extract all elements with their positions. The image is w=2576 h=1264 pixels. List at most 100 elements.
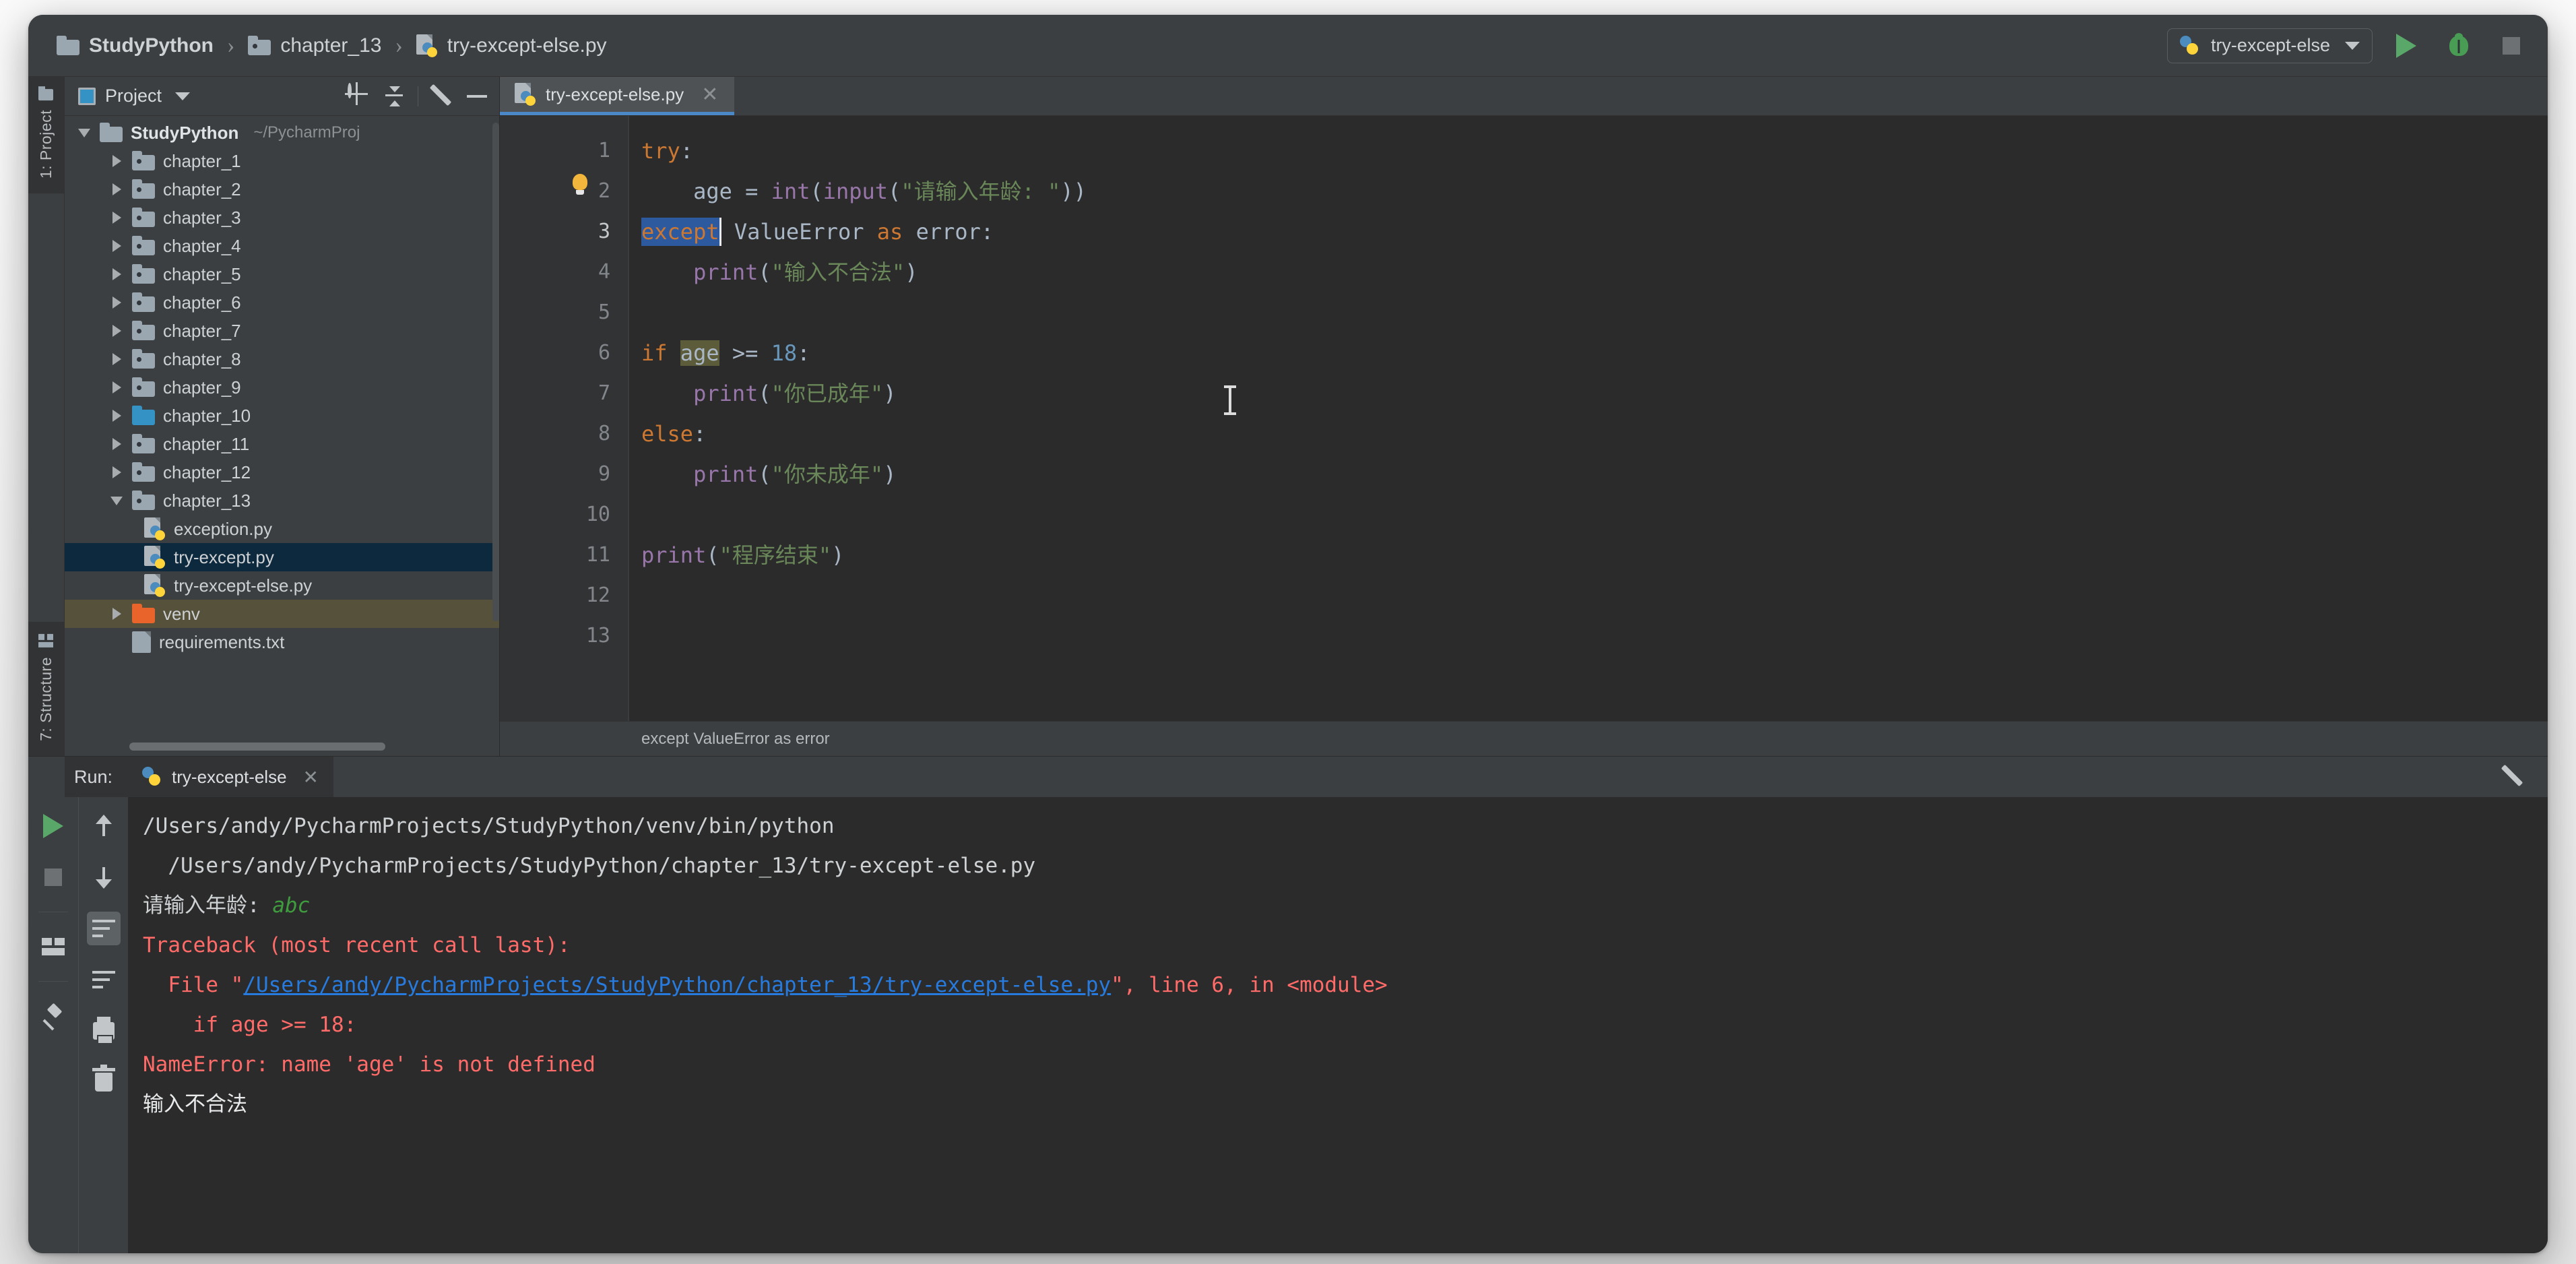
tree-node-chapter-11[interactable]: chapter_11 (65, 430, 499, 458)
tree-node-studypython[interactable]: StudyPython ~/PycharmProj (65, 119, 499, 147)
chevron-right-icon[interactable] (109, 155, 124, 167)
chevron-down-icon[interactable] (175, 92, 191, 100)
tree-node-label: chapter_4 (163, 235, 241, 256)
line-number: 12 (585, 583, 610, 607)
run-button[interactable] (2387, 27, 2425, 65)
run-panel-title: Run: (65, 757, 128, 797)
down-button[interactable] (87, 860, 121, 894)
chevron-right-icon[interactable] (109, 325, 124, 337)
rerun-button[interactable] (36, 809, 70, 843)
run-configuration-selector[interactable]: try-except-else (2166, 28, 2373, 63)
chevron-down-icon[interactable] (109, 496, 124, 505)
token-punct: : (680, 138, 694, 164)
debug-bug-icon (2449, 35, 2468, 56)
chevron-right-icon[interactable] (109, 608, 124, 620)
token-keyword: as (876, 219, 903, 245)
editor-area: try-except-else.py ✕ 1 2 3 4 5 6 7 8 9 1… (500, 77, 2548, 756)
chevron-right-icon[interactable] (109, 183, 124, 195)
code-text[interactable]: try: age = int(input("请输入年龄: ")) except … (629, 116, 2548, 721)
run-tab-try-except-else[interactable]: try-except-else ✕ (127, 757, 334, 797)
console-line: 输入不合法 (143, 1092, 247, 1116)
code-line-8: else: (641, 414, 2548, 454)
tree-node-try-except-py[interactable]: try-except.py (65, 543, 499, 571)
chevron-right-icon[interactable] (109, 466, 124, 478)
tree-node-requirements-txt[interactable]: requirements.txt (65, 628, 499, 656)
tree-node-try-except-else-py[interactable]: try-except-else.py (65, 571, 499, 600)
token-string: "你已成年" (771, 381, 884, 406)
chevron-right-icon[interactable] (109, 240, 124, 252)
chevron-right-icon[interactable] (109, 410, 124, 422)
tree-node-chapter-5[interactable]: chapter_5 (65, 260, 499, 288)
tree-node-chapter-7[interactable]: chapter_7 (65, 317, 499, 345)
scroll-to-end-button[interactable] (87, 963, 121, 997)
tree-node-chapter-3[interactable]: chapter_3 (65, 203, 499, 232)
close-icon[interactable]: ✕ (701, 83, 718, 106)
stop-process-button[interactable] (36, 860, 70, 894)
tree-node-chapter-6[interactable]: chapter_6 (65, 288, 499, 317)
tree-node-chapter-9[interactable]: chapter_9 (65, 373, 499, 402)
horizontal-scrollbar[interactable] (129, 742, 385, 751)
chevron-right-icon[interactable] (109, 438, 124, 450)
breadcrumb-item-chapter[interactable]: chapter_13 (248, 34, 381, 57)
token-builtin: print (693, 381, 759, 406)
gear-icon[interactable] (430, 85, 453, 108)
chevron-right-icon[interactable] (109, 353, 124, 365)
tree-node-label: chapter_3 (163, 207, 241, 228)
tree-node-chapter-12[interactable]: chapter_12 (65, 458, 499, 486)
chevron-right-icon[interactable] (109, 381, 124, 393)
pin-tab-button[interactable] (36, 999, 70, 1033)
text-cursor-icon (1224, 385, 1236, 415)
console-output[interactable]: /Users/andy/PycharmProjects/StudyPython/… (128, 797, 2538, 1253)
chevron-right-icon[interactable] (109, 212, 124, 224)
text-file-icon (132, 631, 151, 653)
run-actions-secondary (78, 797, 128, 1253)
tool-window-tab-project[interactable]: 1: Project (28, 77, 64, 194)
tree-node-chapter-2[interactable]: chapter_2 (65, 175, 499, 203)
clear-all-button[interactable] (87, 1065, 121, 1099)
code-line-2: age = int(input("请输入年龄: ")) (641, 171, 2548, 212)
token-punct: ( (810, 179, 823, 204)
tool-window-tab-structure[interactable]: 7: Structure (28, 622, 64, 756)
hide-minus-icon[interactable] (465, 84, 488, 108)
layout-icon (42, 938, 65, 955)
debug-button[interactable] (2440, 27, 2478, 65)
chevron-down-icon[interactable] (77, 128, 92, 137)
code-line-1: try: (641, 131, 2548, 171)
line-number: 10 (585, 503, 610, 526)
breadcrumb-item-project[interactable]: StudyPython (57, 34, 214, 57)
up-button[interactable] (87, 809, 121, 843)
lightbulb-icon[interactable] (573, 174, 587, 195)
locate-target-icon[interactable] (348, 82, 371, 108)
run-settings-button[interactable] (2502, 757, 2548, 797)
tree-node-chapter-10[interactable]: chapter_10 (65, 402, 499, 430)
tree-node-chapter-4[interactable]: chapter_4 (65, 232, 499, 260)
folder-source-icon (132, 406, 155, 425)
project-tree[interactable]: StudyPython ~/PycharmProj chapter_1 chap… (65, 116, 499, 756)
soft-wrap-button[interactable] (86, 912, 121, 945)
collapse-all-icon[interactable] (383, 84, 406, 108)
token-string: "你未成年" (771, 462, 884, 487)
chevron-right-icon[interactable] (109, 296, 124, 309)
tree-node-venv[interactable]: venv (65, 600, 499, 628)
close-icon[interactable]: ✕ (303, 766, 319, 788)
tree-node-chapter-1[interactable]: chapter_1 (65, 147, 499, 175)
folder-icon (132, 292, 155, 312)
tree-node-label: StudyPython (131, 122, 239, 143)
breadcrumb-item-file[interactable]: try-except-else.py (416, 34, 607, 57)
console-line-error: Traceback (most recent call last): (143, 933, 571, 957)
stop-button[interactable] (2492, 27, 2530, 65)
layout-button[interactable] (36, 930, 70, 963)
print-button[interactable] (87, 1014, 121, 1048)
tree-node-chapter-8[interactable]: chapter_8 (65, 345, 499, 373)
chevron-right-icon[interactable] (109, 268, 124, 280)
tree-node-label: chapter_2 (163, 179, 241, 199)
console-file-link[interactable]: /Users/andy/PycharmProjects/StudyPython/… (243, 973, 1111, 997)
token-punct: : (797, 340, 810, 366)
editor-tab-try-except-else[interactable]: try-except-else.py ✕ (500, 77, 735, 115)
tree-node-exception-py[interactable]: exception.py (65, 515, 499, 543)
python-file-icon (416, 34, 438, 57)
tree-node-chapter-13[interactable]: chapter_13 (65, 486, 499, 515)
line-number: 3 (598, 220, 610, 243)
